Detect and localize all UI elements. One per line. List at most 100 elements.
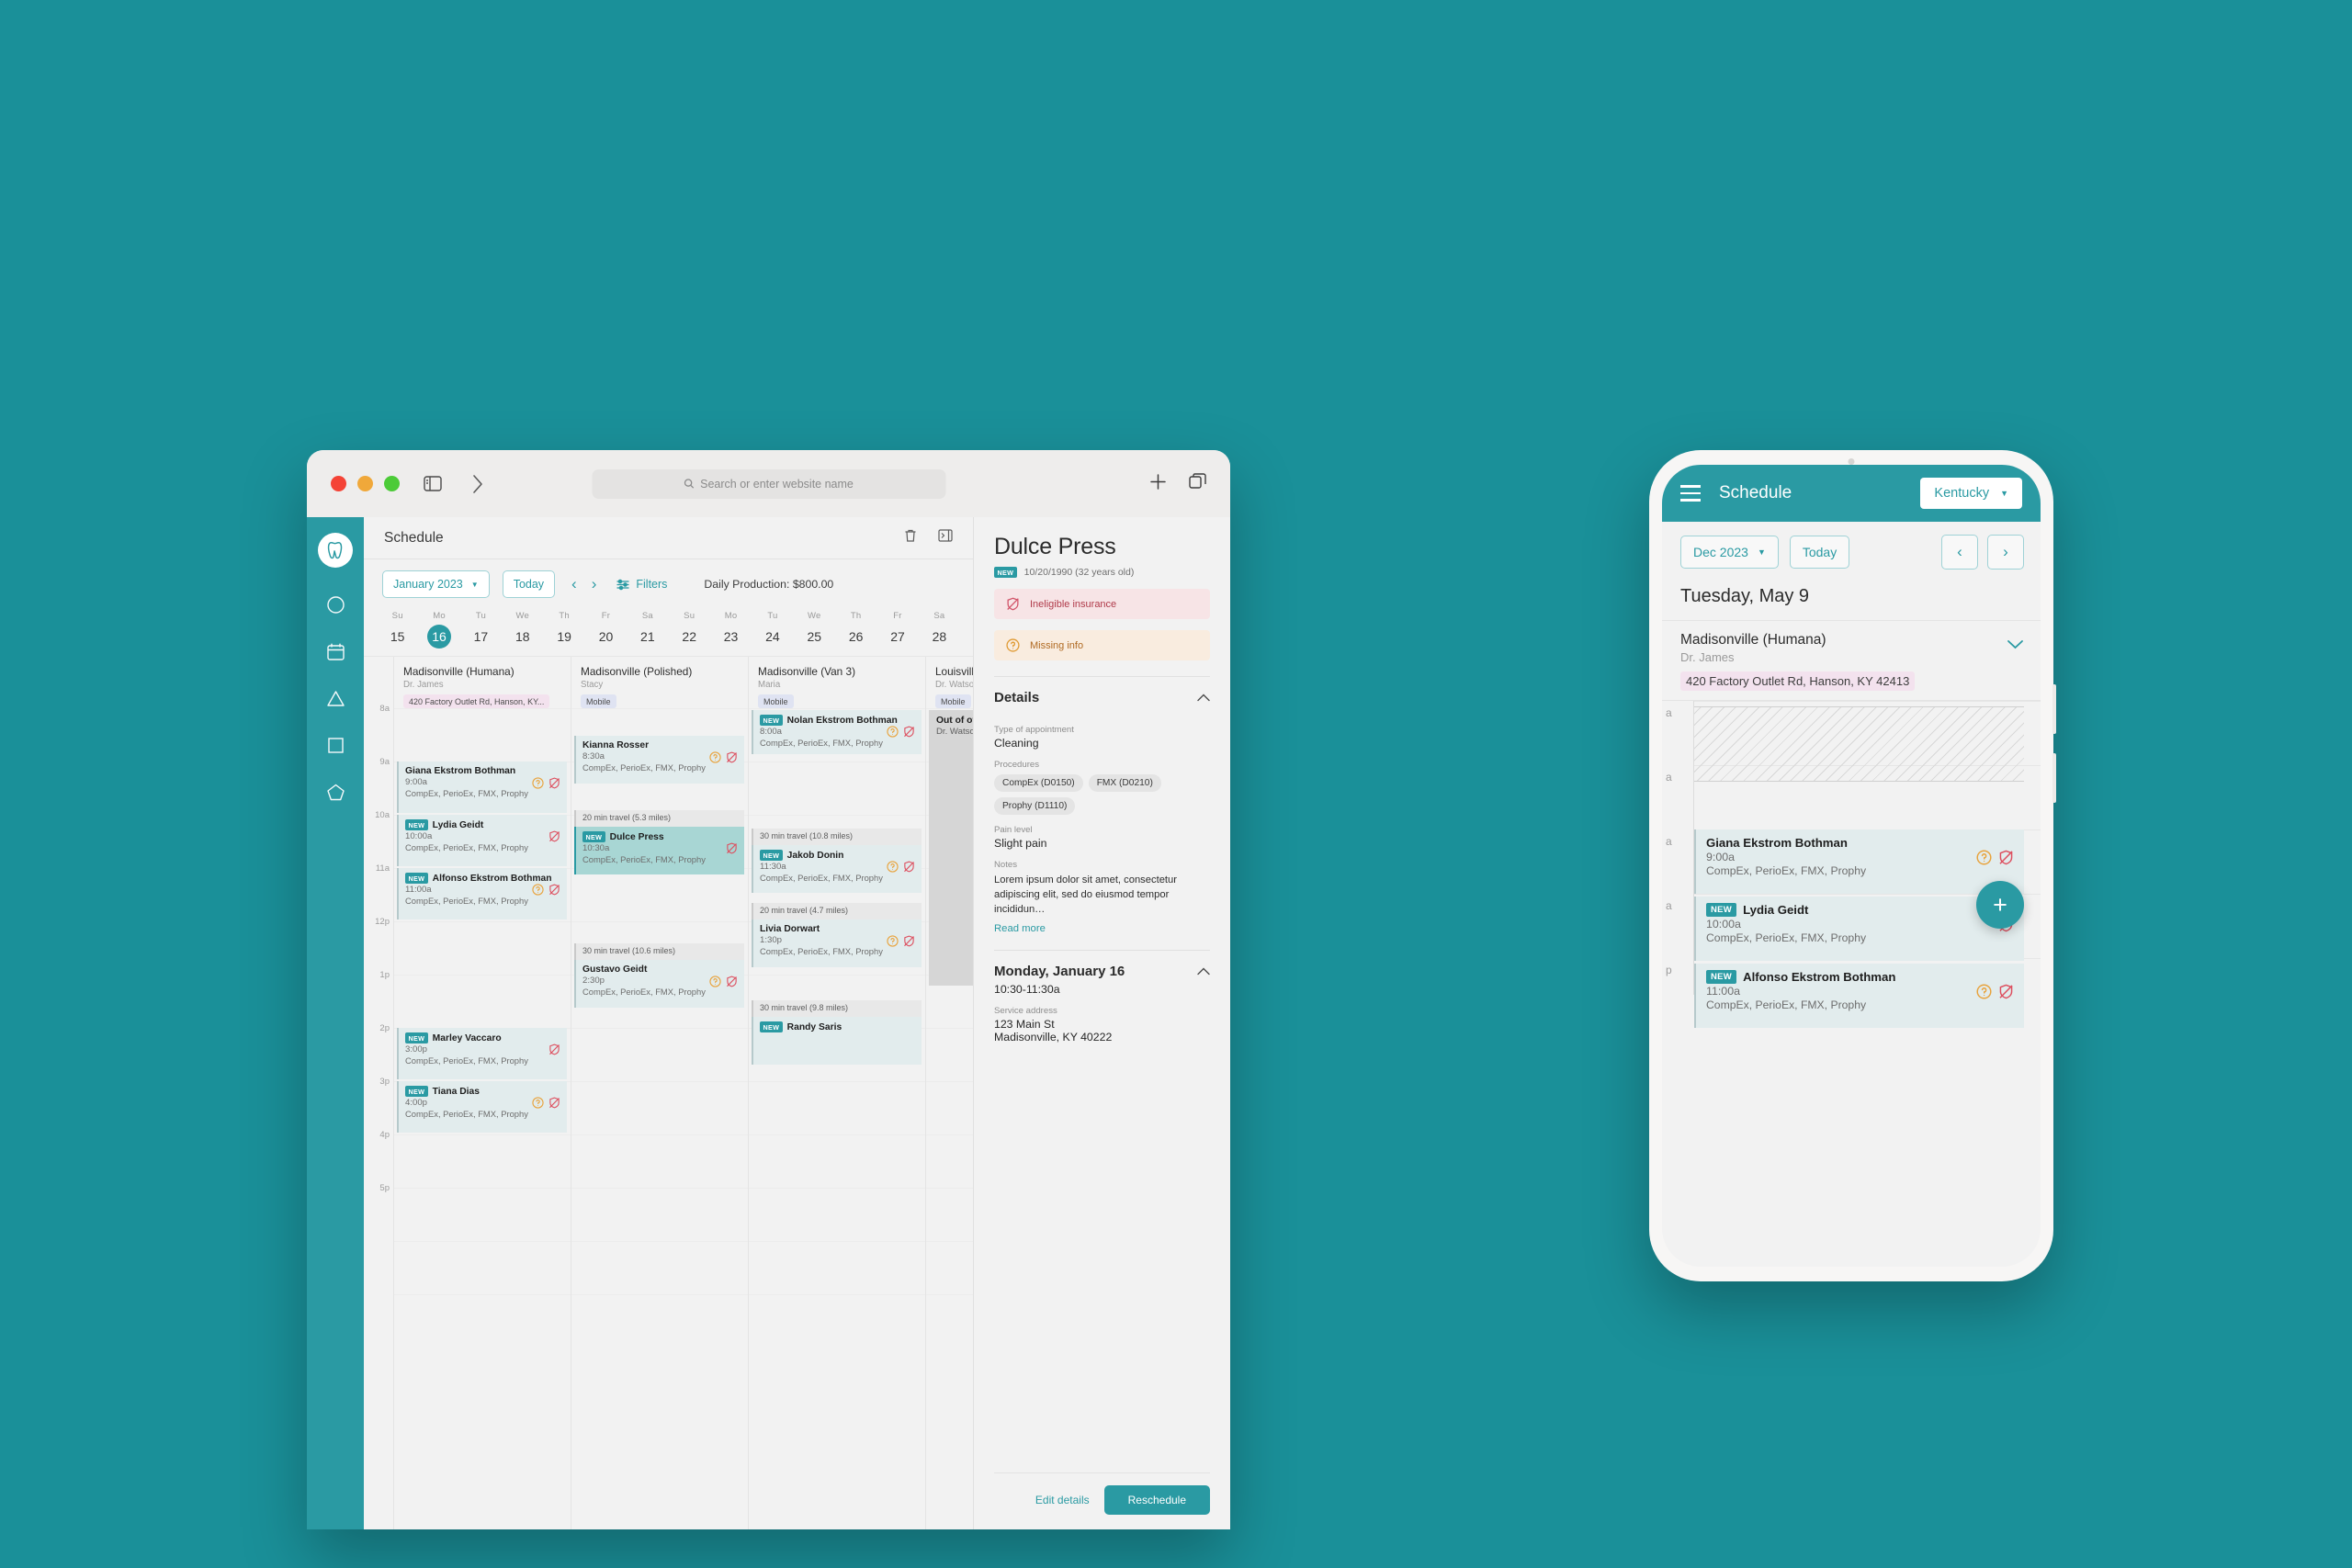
- read-more-link[interactable]: Read more: [994, 923, 1210, 934]
- patient-name: Tiana Dias: [432, 1086, 480, 1097]
- hamburger-menu-icon[interactable]: [1680, 485, 1701, 502]
- appointment-block[interactable]: NEW Tiana Dias 4:00p CompEx, PerioEx, FMX…: [397, 1081, 567, 1133]
- circle-icon[interactable]: [326, 595, 345, 615]
- mobile-appointment-block[interactable]: Giana Ekstrom Bothman 9:00a CompEx, Peri…: [1694, 829, 2024, 894]
- mobile-appointment-block[interactable]: NEW Lydia Geidt 10:00a CompEx, PerioEx, F…: [1694, 897, 2024, 961]
- operatory-address-tag: 420 Factory Outlet Rd, Hanson, KY...: [403, 694, 550, 708]
- mobile-page-title: Schedule: [1719, 483, 1792, 502]
- appointment-name: NEW Nolan Ekstrom Bothman: [760, 715, 915, 726]
- mobile-month-selector[interactable]: Dec 2023 ▼: [1680, 536, 1779, 569]
- detail-patient-name: Dulce Press: [994, 534, 1116, 559]
- date-dow: Sa: [641, 611, 653, 621]
- grid-hour-line: [749, 1081, 925, 1082]
- reschedule-button[interactable]: Reschedule: [1103, 1485, 1210, 1515]
- mobile-date-heading: Tuesday, May 9: [1662, 581, 2041, 621]
- date-number: 25: [807, 629, 822, 644]
- appointment-block[interactable]: NEW Marley Vaccaro 3:00p CompEx, PerioEx,…: [397, 1028, 567, 1079]
- grid-hour-line: [749, 708, 925, 709]
- shield-off-icon: [727, 751, 737, 763]
- date-cell[interactable]: Su 15: [377, 611, 418, 649]
- operatory-name: Madisonville (Humana): [403, 665, 514, 678]
- date-cell[interactable]: Sa 28: [919, 611, 960, 649]
- mobile-operatory-header[interactable]: Madisonville (Humana) Dr. James 420 Fact…: [1662, 621, 2041, 701]
- edit-details-button[interactable]: Edit details: [1035, 1494, 1090, 1506]
- minimize-window-button[interactable]: [357, 476, 373, 491]
- window-controls[interactable]: [331, 476, 400, 491]
- new-badge: NEW: [760, 1021, 783, 1032]
- date-cell[interactable]: Su 22: [669, 611, 710, 649]
- appointment-block[interactable]: NEW Alfonso Ekstrom Bothman 11:00a CompEx…: [397, 868, 567, 919]
- chevron-down-icon: ▼: [470, 580, 479, 589]
- appointment-block[interactable]: Gustavo Geidt 2:30p CompEx, PerioEx, FMX…: [574, 960, 744, 1008]
- address-bar-placeholder: Search or enter website name: [700, 477, 854, 491]
- date-cell[interactable]: Mo 23: [710, 611, 752, 649]
- pentagon-icon[interactable]: [326, 783, 345, 802]
- schedule-toolbar: January 2023 ▼ Today ‹ › Filters Daily P…: [364, 559, 973, 607]
- date-cell[interactable]: Sa 21: [627, 611, 668, 649]
- maximize-window-button[interactable]: [384, 476, 400, 491]
- new-tab-icon[interactable]: [1149, 473, 1167, 495]
- tab-overview-icon[interactable]: [1189, 472, 1206, 495]
- grid-hour-line: [749, 1134, 925, 1135]
- appointment-block-selected[interactable]: NEW Dulce Press 10:30a CompEx, PerioEx, F…: [574, 827, 744, 874]
- mobile-time-track: Giana Ekstrom Bothman 9:00a CompEx, Peri…: [1693, 701, 2041, 1028]
- add-appointment-fab[interactable]: +: [1976, 881, 2024, 929]
- today-button[interactable]: Today: [502, 570, 556, 598]
- browser-nav[interactable]: back-icon: [462, 474, 483, 494]
- date-cell[interactable]: Th 26: [835, 611, 876, 649]
- date-dow: Fr: [601, 611, 611, 621]
- appointment-block[interactable]: Giana Ekstrom Bothman 9:00a CompEx, Peri…: [397, 761, 567, 813]
- date-cell[interactable]: We 18: [502, 611, 543, 649]
- hour-label: 3p: [379, 1077, 390, 1087]
- date-cell[interactable]: Fr 20: [585, 611, 627, 649]
- appointment-name: NEW Marley Vaccaro: [405, 1032, 560, 1043]
- next-day-button[interactable]: ›: [592, 575, 597, 593]
- app-logo[interactable]: [318, 533, 353, 568]
- appointment-block[interactable]: Kianna Rosser 8:30a CompEx, PerioEx, FMX…: [574, 736, 744, 784]
- date-cell[interactable]: Fr 27: [876, 611, 918, 649]
- out-of-office-block[interactable]: Out of office Dr. Watson is out of o: [929, 710, 973, 986]
- appointment-block[interactable]: NEW Nolan Ekstrom Bothman 8:00a CompEx, P…: [752, 710, 922, 754]
- appointment-block[interactable]: NEW Jakob Donin 11:30a CompEx, PerioEx, F…: [752, 845, 922, 893]
- appointment-block[interactable]: Livia Dorwart 1:30p CompEx, PerioEx, FMX…: [752, 919, 922, 967]
- mobile-today-button[interactable]: Today: [1789, 536, 1850, 569]
- date-cell[interactable]: We 25: [794, 611, 835, 649]
- mobile-prev-day-button[interactable]: ‹: [1941, 535, 1978, 570]
- prev-day-button[interactable]: ‹: [571, 575, 577, 593]
- forward-icon[interactable]: [471, 474, 483, 494]
- mobile-next-day-button[interactable]: ›: [1987, 535, 2024, 570]
- chevron-down-icon[interactable]: [2007, 636, 2024, 654]
- filters-button[interactable]: Filters: [616, 578, 667, 591]
- state-selector[interactable]: Kentucky ▼: [1920, 478, 2022, 509]
- appointment-block[interactable]: NEW Randy Saris: [752, 1017, 922, 1065]
- mobile-appointment-block[interactable]: NEW Alfonso Ekstrom Bothman 11:00a CompEx…: [1694, 964, 2024, 1028]
- patient-name: Dulce Press: [609, 831, 664, 842]
- trash-icon[interactable]: [903, 528, 918, 547]
- square-icon[interactable]: [326, 736, 345, 755]
- date-cell[interactable]: Tu 24: [752, 611, 793, 649]
- operatory-header: Madisonville (Van 3) Maria Mobile: [749, 657, 925, 708]
- date-cell[interactable]: Tu 17: [460, 611, 502, 649]
- sidebar-toggle-icon[interactable]: [424, 476, 442, 491]
- date-cell[interactable]: Mo 16: [418, 611, 459, 649]
- address-bar[interactable]: Search or enter website name: [592, 468, 945, 499]
- appointment-status-icons: [532, 1097, 560, 1109]
- appointment-name: Gustavo Geidt: [582, 964, 738, 975]
- operatory-provider: Stacy: [581, 680, 604, 690]
- collapse-panel-icon[interactable]: [938, 528, 953, 547]
- patient-name: Randy Saris: [786, 1021, 842, 1032]
- appointment-status-icons: [887, 935, 915, 947]
- triangle-icon[interactable]: [326, 689, 345, 708]
- date-dow: We: [808, 611, 821, 621]
- page-title: Schedule: [384, 529, 444, 546]
- out-of-office-text: Dr. Watson is out of o: [936, 727, 973, 737]
- close-window-button[interactable]: [331, 476, 346, 491]
- travel-block: 30 min travel (9.8 miles): [752, 1000, 922, 1017]
- appointment-block[interactable]: NEW Lydia Geidt 10:00a CompEx, PerioEx, F…: [397, 815, 567, 866]
- date-section-header[interactable]: Monday, January 16: [994, 964, 1210, 979]
- calendar-icon[interactable]: [326, 642, 345, 661]
- month-selector[interactable]: January 2023 ▼: [382, 570, 490, 598]
- mobile-toolbar: Dec 2023 ▼ Today ‹ ›: [1662, 522, 2041, 581]
- details-section-header[interactable]: Details: [994, 690, 1210, 705]
- date-cell[interactable]: Th 19: [543, 611, 584, 649]
